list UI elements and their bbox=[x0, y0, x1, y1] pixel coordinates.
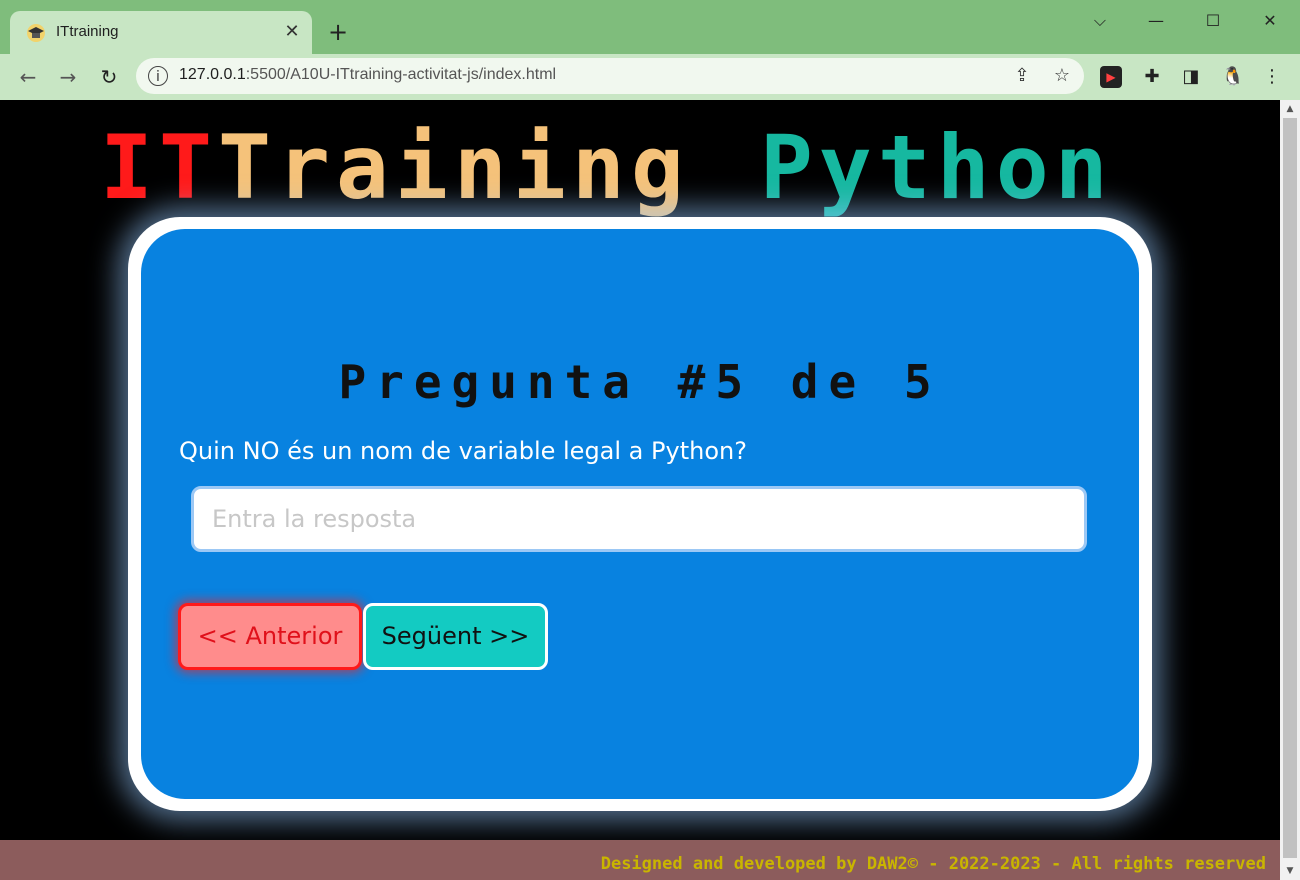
minimize-icon[interactable]: — bbox=[1136, 8, 1176, 34]
previous-button[interactable]: << Anterior bbox=[178, 603, 362, 670]
back-icon[interactable]: ← bbox=[13, 62, 43, 92]
page-viewport: ITTraining Python Pregunta #5 de 5 Quin N… bbox=[0, 100, 1280, 880]
question-text: Quin NO és un nom de variable legal a Py… bbox=[179, 437, 747, 465]
quiz-card: Pregunta #5 de 5 Quin NO és un nom de va… bbox=[141, 229, 1139, 799]
extensions-puzzle-icon[interactable]: ✚ bbox=[1139, 64, 1165, 90]
new-tab-button[interactable]: + bbox=[324, 18, 352, 46]
url-host: 127.0.0.1 bbox=[179, 66, 246, 83]
side-panel-icon[interactable]: ◨ bbox=[1178, 64, 1204, 90]
quiz-card-border: Pregunta #5 de 5 Quin NO és un nom de va… bbox=[128, 217, 1152, 811]
banner-training: Training bbox=[217, 116, 690, 219]
tab-search-icon[interactable]: ⌵ bbox=[1080, 8, 1120, 34]
address-bar[interactable]: i 127.0.0.1:5500/A10U-ITtraining-activit… bbox=[136, 58, 1084, 94]
graduation-cap-icon bbox=[27, 24, 45, 42]
forward-icon[interactable]: → bbox=[53, 62, 83, 92]
reload-icon[interactable]: ↻ bbox=[94, 62, 124, 92]
tab-ittraining[interactable]: ITtraining ✕ bbox=[10, 11, 312, 54]
browser-toolbar: ← → ↻ i 127.0.0.1:5500/A10U-ITtraining-a… bbox=[0, 54, 1300, 100]
page-footer: Designed and developed by DAW2© - 2022-2… bbox=[0, 840, 1280, 880]
banner-python: Python bbox=[759, 116, 1114, 219]
url-text[interactable]: 127.0.0.1:5500/A10U-ITtraining-activitat… bbox=[179, 66, 556, 84]
share-icon[interactable]: ⇪ bbox=[1010, 64, 1034, 88]
next-button[interactable]: Següent >> bbox=[363, 603, 548, 670]
tab-title: ITtraining bbox=[56, 23, 119, 40]
scroll-thumb[interactable] bbox=[1283, 118, 1297, 858]
scroll-down-arrow-icon[interactable]: ▼ bbox=[1280, 862, 1300, 880]
maximize-icon[interactable]: ☐ bbox=[1193, 8, 1233, 34]
linux-tux-icon[interactable]: 🐧 bbox=[1220, 64, 1246, 90]
banner-it: IT bbox=[100, 116, 218, 219]
browser-menu-icon[interactable]: ⋮ bbox=[1259, 64, 1285, 90]
vertical-scrollbar[interactable]: ▲ ▼ bbox=[1280, 100, 1300, 880]
question-counter: Pregunta #5 de 5 bbox=[338, 355, 942, 409]
answer-input[interactable] bbox=[191, 486, 1087, 552]
site-info-icon[interactable]: i bbox=[148, 66, 168, 86]
site-banner: ITTraining Python bbox=[100, 116, 1114, 219]
url-path: :5500/A10U-ITtraining-activitat-js/index… bbox=[245, 66, 557, 83]
close-tab-icon[interactable]: ✕ bbox=[280, 20, 304, 44]
terminal-extension-icon[interactable]: ▶ bbox=[1100, 66, 1122, 88]
browser-chrome: ITtraining ✕ + ⌵ — ☐ ✕ ← → ↻ i 127.0.0.1… bbox=[0, 0, 1300, 100]
footer-credits: Designed and developed by DAW2© - 2022-2… bbox=[600, 854, 1266, 874]
scroll-up-arrow-icon[interactable]: ▲ bbox=[1280, 100, 1300, 118]
close-window-icon[interactable]: ✕ bbox=[1250, 8, 1290, 34]
bookmark-star-icon[interactable]: ☆ bbox=[1050, 64, 1074, 88]
tab-bar: ITtraining ✕ + ⌵ — ☐ ✕ bbox=[0, 0, 1300, 54]
